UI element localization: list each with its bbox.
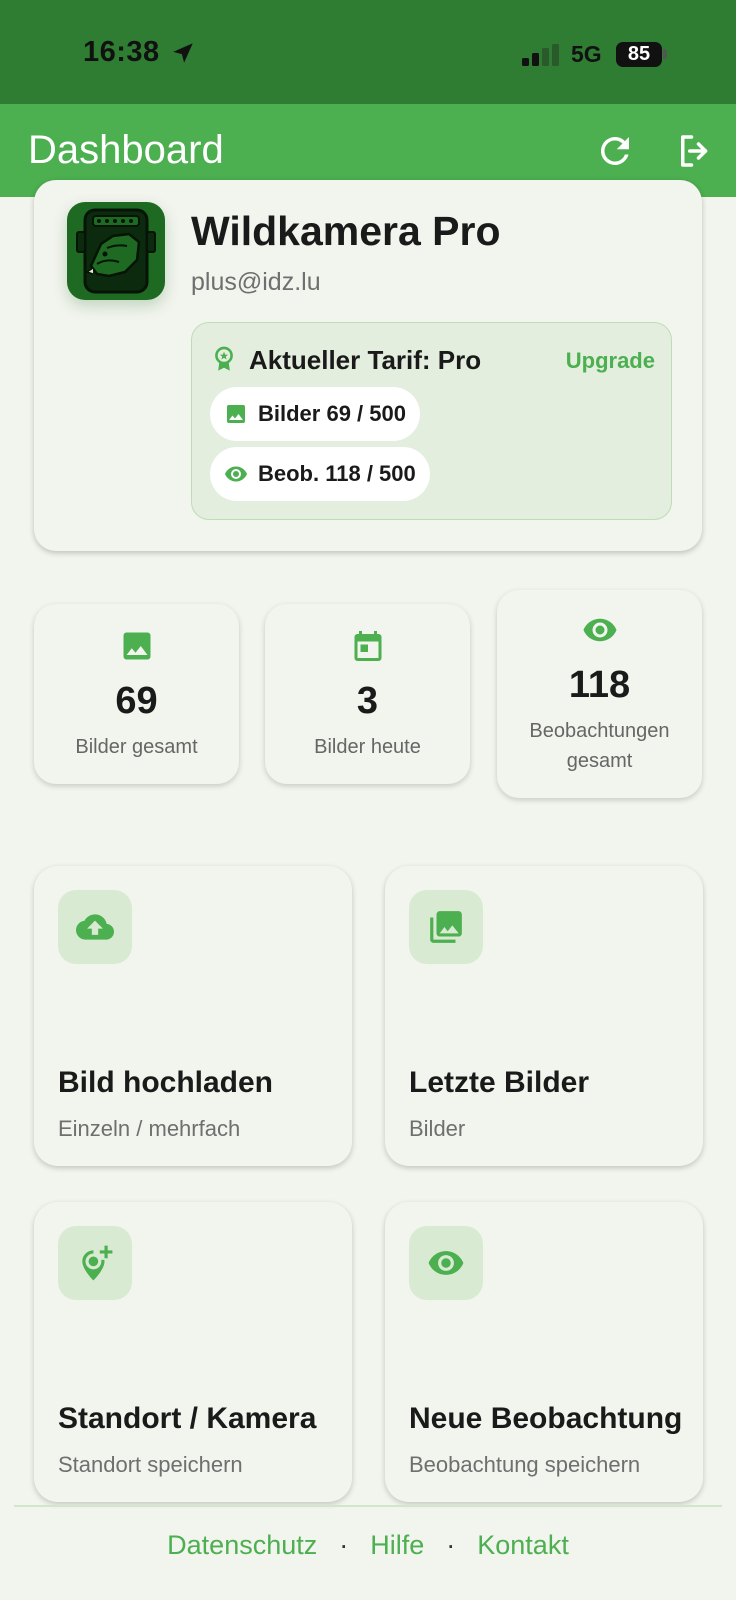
action-subtitle: Beobachtung speichern <box>409 1452 641 1477</box>
profile-card: Wildkamera Pro plus@idz.lu Aktueller Tar… <box>34 180 702 551</box>
stat-value: 3 <box>356 680 379 722</box>
upload-image-card[interactable]: Bild hochladen Einzeln / mehrfach <box>34 866 352 1166</box>
award-badge-icon <box>215 346 233 371</box>
stat-label: Bilder gesamt <box>75 736 198 758</box>
battery-icon: 85 <box>616 42 662 67</box>
image-icon <box>123 632 150 660</box>
action-icon-bg <box>409 1226 483 1300</box>
profile-email: plus@idz.lu <box>191 268 321 296</box>
network-type: 5G <box>571 41 602 67</box>
footer-separator: · <box>339 1530 349 1560</box>
photo-library-icon <box>430 911 462 943</box>
plan-title: Aktueller Tarif: Pro <box>249 345 482 375</box>
upgrade-button[interactable]: Upgrade <box>566 348 655 374</box>
recent-images-card[interactable]: Letzte Bilder Bilder <box>385 866 703 1166</box>
eye-icon <box>428 1251 464 1275</box>
eye-icon <box>583 618 616 642</box>
battery-nub <box>663 49 667 59</box>
stat-images-today: 3 Bilder heute <box>265 604 470 784</box>
wildcamera-logo-icon <box>76 208 156 294</box>
status-bar: 16:38 5G 85 <box>0 0 736 104</box>
action-title: Standort / Kamera <box>58 1402 317 1435</box>
contact-link[interactable]: Kontakt <box>477 1530 569 1560</box>
location-arrow-icon <box>173 43 193 63</box>
stat-observations-total: 118 Beobachtungen gesamt <box>497 590 702 798</box>
action-subtitle: Standort speichern <box>58 1452 243 1477</box>
action-title: Neue Beobachtung <box>409 1402 683 1435</box>
add-location-icon <box>82 1245 113 1281</box>
refresh-icon[interactable] <box>594 130 636 172</box>
footer: Datenschutz · Hilfe · Kontakt <box>0 1530 736 1561</box>
page-title: Dashboard <box>28 128 224 172</box>
action-icon-bg <box>58 890 132 964</box>
action-subtitle: Bilder <box>409 1116 466 1141</box>
stat-value: 118 <box>568 664 631 706</box>
new-observation-card[interactable]: Neue Beobachtung Beobachtung speichern <box>385 1202 703 1502</box>
footer-divider <box>14 1505 722 1507</box>
stat-value: 69 <box>115 680 158 722</box>
action-icon-bg <box>409 890 483 964</box>
action-icon-bg <box>58 1226 132 1300</box>
help-link[interactable]: Hilfe <box>370 1530 424 1560</box>
footer-separator: · <box>446 1530 456 1560</box>
eye-icon <box>225 466 247 482</box>
observations-quota-chip: Beob. 118 / 500 <box>210 447 430 501</box>
location-camera-card[interactable]: Standort / Kamera Standort speichern <box>34 1202 352 1502</box>
signal-icon <box>522 44 559 66</box>
cloud-upload-icon <box>76 914 114 940</box>
status-time: 16:38 <box>83 36 160 68</box>
logout-icon[interactable] <box>674 130 716 172</box>
stat-label: Bilder heute <box>314 736 421 758</box>
calendar-icon <box>354 631 381 661</box>
stat-label: Beobachtungen gesamt <box>529 720 670 772</box>
action-title: Bild hochladen <box>58 1066 274 1099</box>
action-title: Letzte Bilder <box>409 1066 590 1099</box>
images-quota-label: Bilder 69 / 500 <box>258 401 406 426</box>
images-quota-chip: Bilder 69 / 500 <box>210 387 420 441</box>
stat-images-total: 69 Bilder gesamt <box>34 604 239 784</box>
plan-box: Aktueller Tarif: Pro Upgrade Bilder 69 /… <box>191 322 672 520</box>
action-subtitle: Einzeln / mehrfach <box>58 1116 241 1141</box>
image-icon <box>227 405 245 423</box>
profile-name: Wildkamera Pro <box>191 208 501 254</box>
avatar <box>67 202 165 300</box>
privacy-link[interactable]: Datenschutz <box>167 1530 317 1560</box>
observations-quota-label: Beob. 118 / 500 <box>258 461 416 486</box>
